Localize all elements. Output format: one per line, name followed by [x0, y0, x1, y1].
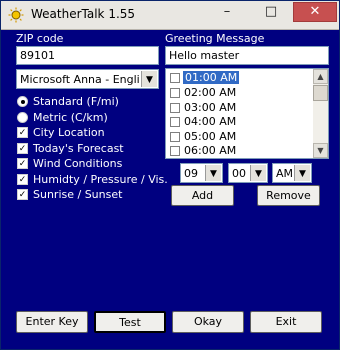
radio-metric-label: Metric (C/km) [33, 111, 108, 124]
checkmark-icon[interactable]: ✓ [17, 127, 28, 138]
checkmark-icon[interactable]: ✓ [17, 189, 28, 200]
checkbox-humidity-pressure-label: Humidty / Pressure / Vis. [33, 173, 168, 186]
checkbox-city-location-label: City Location [33, 126, 105, 139]
checkbox-icon[interactable] [170, 88, 180, 98]
radio-icon[interactable] [17, 112, 28, 123]
chevron-down-icon[interactable]: ▼ [141, 71, 157, 87]
checkbox-icon[interactable] [170, 117, 180, 127]
list-scrollbar[interactable]: ▲ ▼ [313, 69, 328, 158]
close-icon[interactable]: ✕ [293, 2, 337, 22]
scroll-down-icon[interactable]: ▼ [313, 143, 328, 158]
checkmark-icon[interactable]: ✓ [17, 174, 28, 185]
enter-key-button[interactable]: Enter Key [16, 311, 88, 333]
checkbox-icon[interactable] [170, 73, 180, 83]
minimize-icon[interactable]: – [207, 3, 247, 21]
list-item[interactable]: 04:00 AM [168, 115, 312, 129]
add-button[interactable]: Add [171, 185, 234, 206]
test-button[interactable]: Test [94, 311, 166, 333]
radio-standard-label: Standard (F/mi) [33, 95, 119, 108]
title-bar: WeatherTalk 1.55 – □ ✕ [1, 1, 339, 30]
voice-select[interactable]: Microsoft Anna - English ( ▼ [16, 69, 159, 89]
remove-button[interactable]: Remove [257, 185, 320, 206]
sun-icon [8, 7, 24, 23]
chevron-down-icon[interactable]: ▼ [205, 165, 221, 181]
maximize-icon[interactable]: □ [251, 3, 291, 21]
ampm-select[interactable]: AM ▼ [272, 163, 312, 183]
window-title: WeatherTalk 1.55 [31, 7, 136, 21]
okay-button[interactable]: Okay [172, 311, 244, 333]
exit-button[interactable]: Exit [250, 311, 322, 333]
scroll-thumb[interactable] [313, 85, 328, 101]
alarm-time-list[interactable]: 01:00 AM 02:00 AM 03:00 AM 04:00 AM 05:0… [165, 68, 329, 159]
checkbox-icon[interactable] [170, 132, 180, 142]
minute-select[interactable]: 00 ▼ [228, 163, 268, 183]
zip-label: ZIP code [16, 32, 64, 45]
list-item[interactable]: 02:00 AM [168, 86, 312, 100]
zip-input[interactable]: 89101 [16, 46, 159, 65]
weathertalk-window: WeatherTalk 1.55 – □ ✕ ZIP code 89101 Gr… [0, 0, 340, 350]
list-item[interactable]: 01:00 AM [168, 70, 312, 85]
list-item[interactable]: 06:00 AM [168, 144, 312, 158]
chevron-down-icon[interactable]: ▼ [294, 165, 310, 181]
checkbox-icon[interactable] [170, 103, 180, 113]
checkbox-wind-conditions-label: Wind Conditions [33, 157, 123, 170]
greeting-input[interactable]: Hello master [165, 46, 329, 65]
checkbox-todays-forecast-label: Today's Forecast [33, 142, 124, 155]
list-item[interactable]: 03:00 AM [168, 101, 312, 115]
checkmark-icon[interactable]: ✓ [17, 158, 28, 169]
checkbox-sunrise-sunset-label: Sunrise / Sunset [33, 188, 123, 201]
checkmark-icon[interactable]: ✓ [17, 143, 28, 154]
chevron-down-icon[interactable]: ▼ [250, 165, 266, 181]
greeting-label: Greeting Message [165, 32, 265, 45]
radio-icon[interactable] [17, 96, 28, 107]
list-item[interactable]: 05:00 AM [168, 130, 312, 144]
scroll-up-icon[interactable]: ▲ [313, 69, 328, 84]
voice-select-value: Microsoft Anna - English ( [20, 73, 140, 86]
checkbox-icon[interactable] [170, 146, 180, 156]
hour-select[interactable]: 09 ▼ [180, 163, 223, 183]
